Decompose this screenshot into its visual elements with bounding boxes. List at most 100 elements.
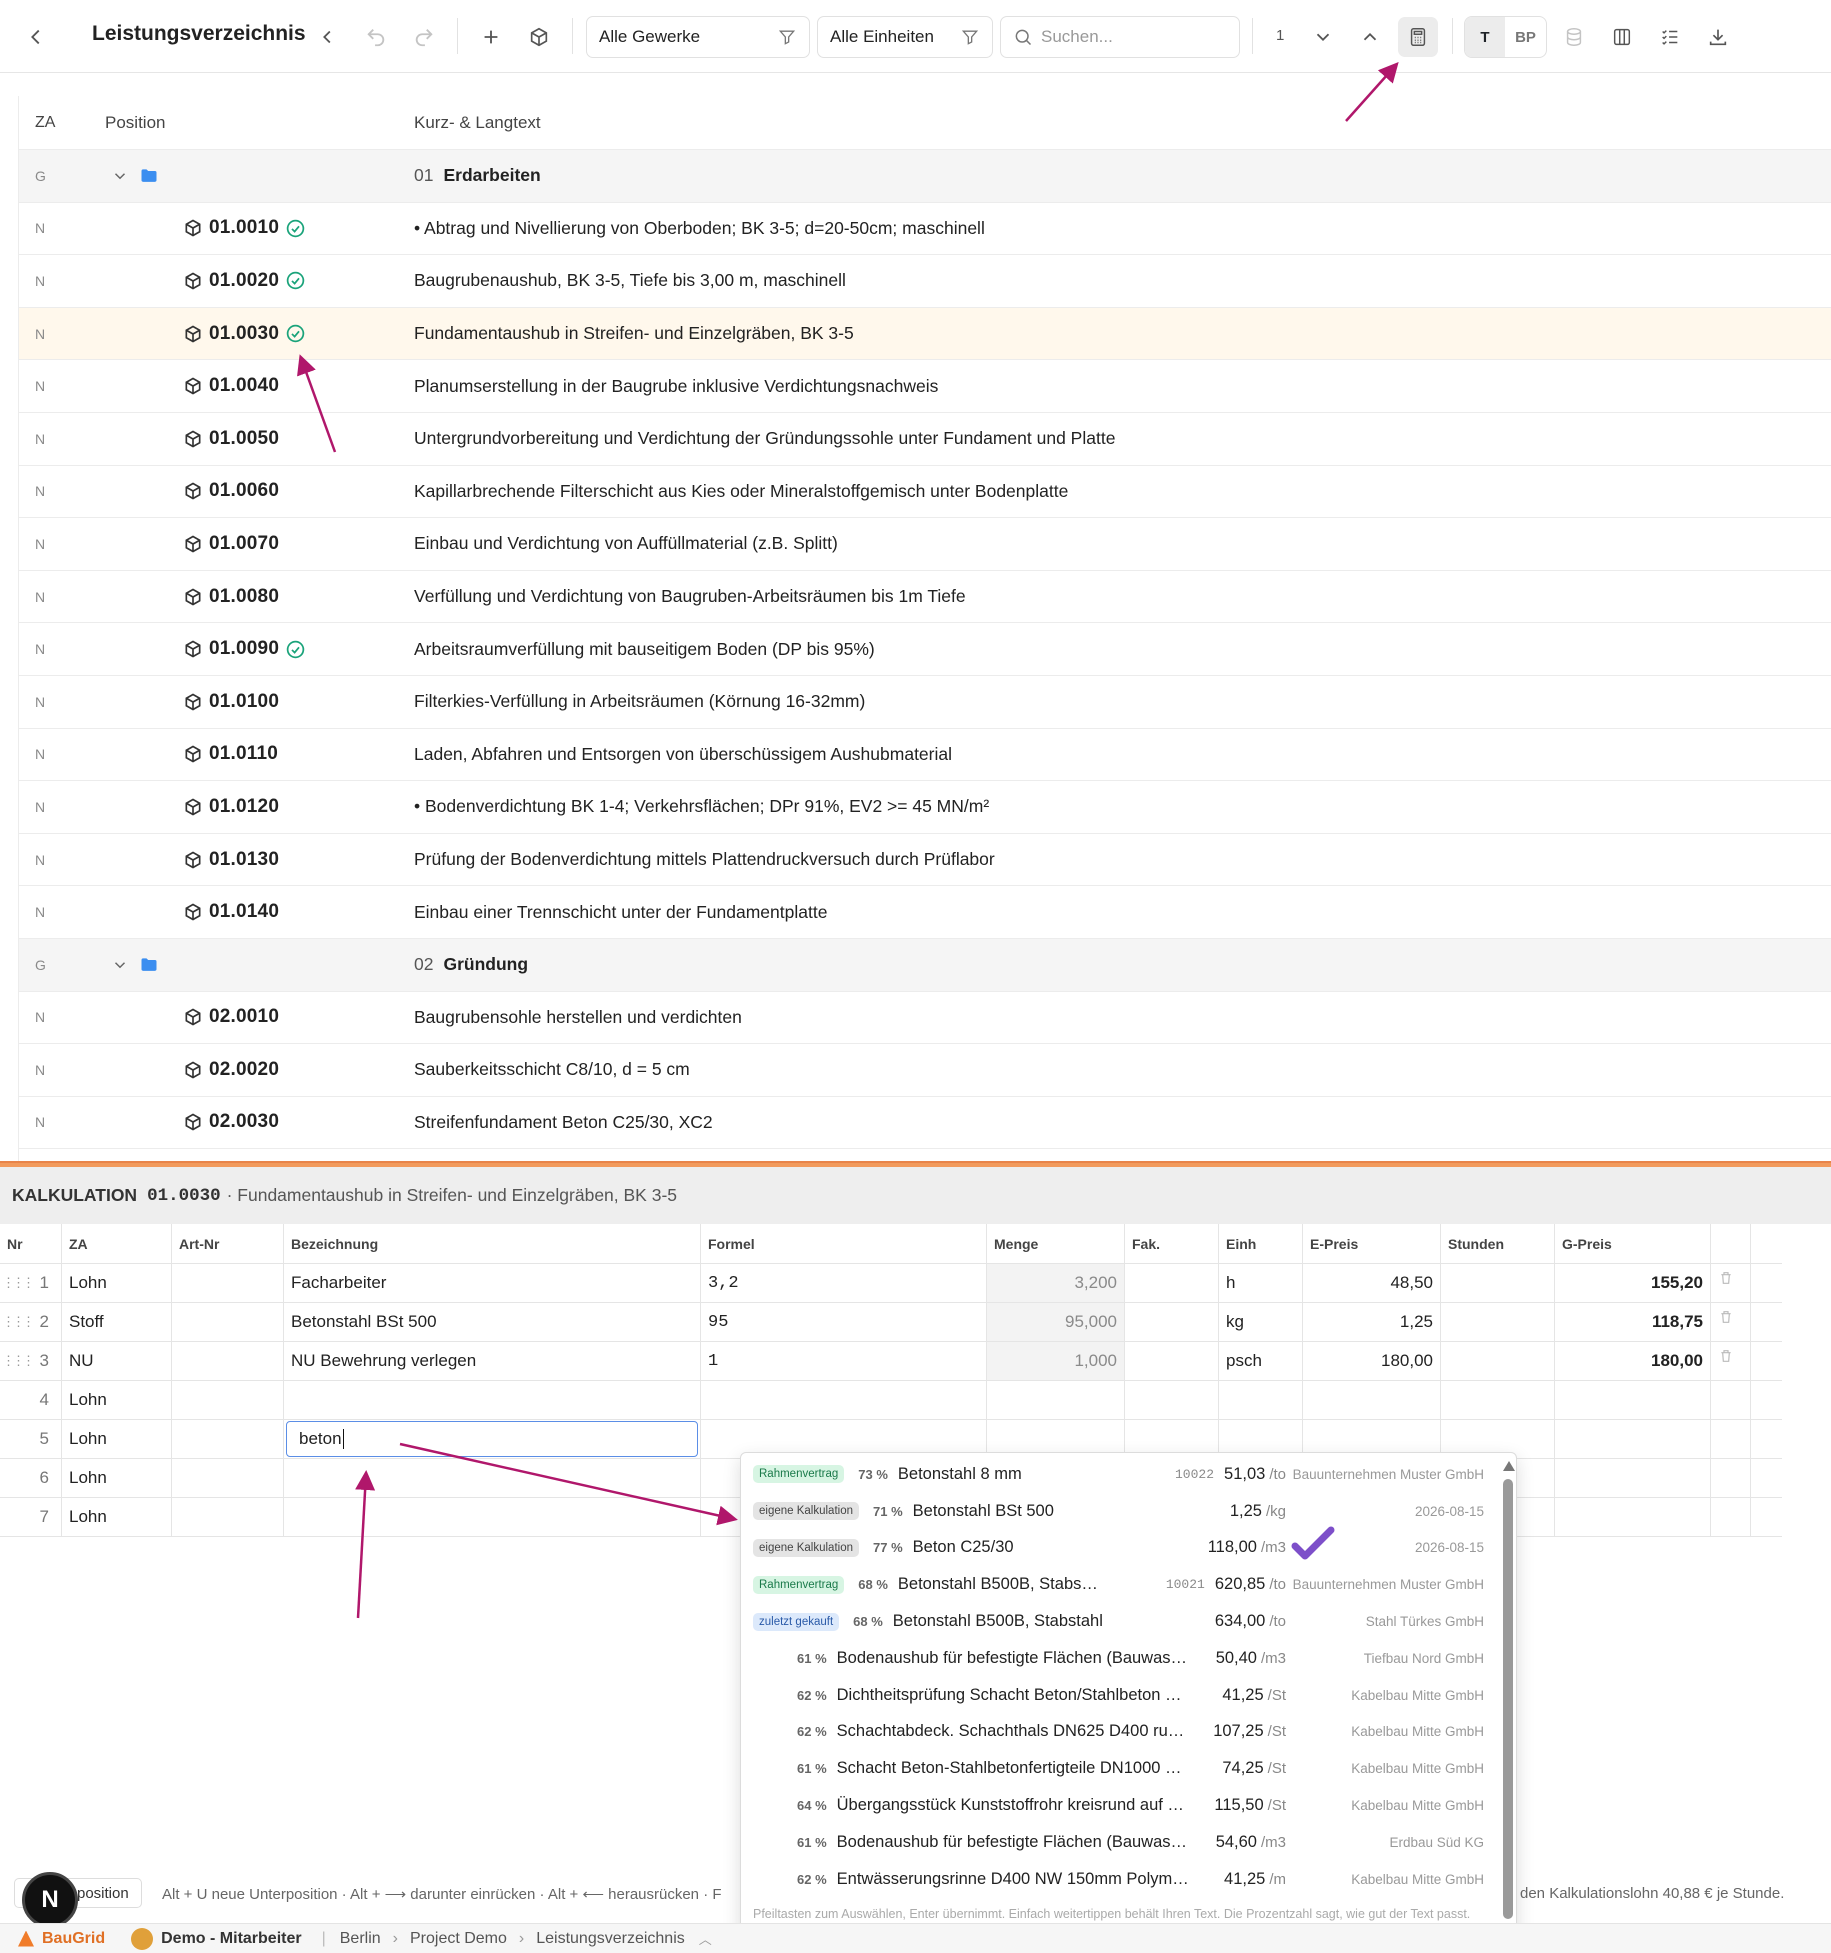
chevron-down-icon[interactable] <box>111 956 129 974</box>
position-row[interactable]: N 01.0050 Untergrundvorbereitung und Ver… <box>19 413 1831 466</box>
cell-art[interactable] <box>172 1303 284 1341</box>
cell-einh[interactable]: kg <box>1219 1303 1303 1341</box>
redo-icon[interactable] <box>404 17 444 57</box>
cell-formel[interactable]: 3,2 <box>701 1264 987 1302</box>
suggestion-item[interactable]: 62 % Schachtabdeck. Schachthals DN625 D40… <box>741 1714 1516 1751</box>
cell-za[interactable]: NU <box>62 1342 172 1380</box>
suggestion-item[interactable]: eigene Kalkulation 71 % Betonstahl BSt 500… <box>741 1493 1516 1530</box>
plus-icon[interactable] <box>471 17 511 57</box>
trash-icon[interactable] <box>1718 1270 1734 1286</box>
cell-bez[interactable]: Betonstahl BSt 500 <box>284 1303 701 1341</box>
cell-art[interactable] <box>172 1342 284 1380</box>
suggestion-item[interactable]: 62 % Dichtheitsprüfung Schacht Beton/Stah… <box>741 1677 1516 1714</box>
column-header[interactable]: Formel <box>701 1224 987 1263</box>
position-row[interactable]: N 01.0130 Prüfung der Bodenverdichtung m… <box>19 834 1831 887</box>
cell-einh[interactable]: psch <box>1219 1342 1303 1380</box>
cell-einh[interactable]: h <box>1219 1264 1303 1302</box>
column-header[interactable]: Fak. <box>1125 1224 1219 1263</box>
position-row[interactable]: N 01.0080 Verfüllung und Verdichtung von… <box>19 571 1831 624</box>
chevron-up-icon[interactable] <box>1350 17 1390 57</box>
cell-std[interactable] <box>1441 1264 1555 1302</box>
scroll-up-icon[interactable] <box>1503 1461 1515 1471</box>
cell-za[interactable]: Lohn <box>62 1420 172 1458</box>
brand-name[interactable]: BauGrid <box>42 1930 105 1948</box>
position-row[interactable]: N 02.0020 Sauberkeitsschicht C8/10, d = … <box>19 1044 1831 1097</box>
cell-art[interactable] <box>172 1459 284 1497</box>
drag-handle-icon[interactable]: ⋮⋮⋮ <box>2 1314 35 1330</box>
filter-gewerke-select[interactable]: Alle Gewerke <box>586 16 810 58</box>
position-row[interactable]: N 01.0140 Einbau einer Trennschicht unte… <box>19 886 1831 939</box>
filter-einheiten-select[interactable]: Alle Einheiten <box>817 16 993 58</box>
cell-gpreis[interactable] <box>1555 1420 1711 1458</box>
cell-art[interactable] <box>172 1264 284 1302</box>
position-row[interactable]: N 01.0010 • Abtrag und Nivellierung von … <box>19 203 1831 256</box>
breadcrumb-item[interactable]: Leistungsverzeichnis <box>536 1930 685 1948</box>
cell-formel[interactable] <box>701 1381 987 1419</box>
cell-gpreis[interactable] <box>1555 1381 1711 1419</box>
cell-menge[interactable]: 1,000 <box>987 1342 1125 1380</box>
drag-handle-icon[interactable]: ⋮⋮⋮ <box>2 1275 35 1291</box>
cell-einh[interactable] <box>1219 1381 1303 1419</box>
checklist-icon[interactable] <box>1650 17 1690 57</box>
suggestion-item[interactable]: 61 % Schacht Beton-Stahlbetonfertigteile … <box>741 1750 1516 1787</box>
cell-epreis[interactable] <box>1303 1381 1441 1419</box>
breadcrumb-item[interactable]: Project Demo <box>410 1930 507 1948</box>
position-row[interactable]: N 01.0070 Einbau und Verdichtung von Auf… <box>19 518 1831 571</box>
position-row[interactable]: N 02.0010 Baugrubensohle herstellen und … <box>19 992 1831 1045</box>
cell-za[interactable]: Lohn <box>62 1381 172 1419</box>
bezeichnung-input[interactable]: beton <box>286 1421 698 1457</box>
cell-fak[interactable] <box>1125 1264 1219 1302</box>
view-t-button[interactable]: T <box>1465 17 1505 57</box>
group-row[interactable]: G 01 Erdarbeiten <box>19 150 1831 203</box>
column-header[interactable]: ZA <box>62 1224 172 1263</box>
column-header[interactable]: G-Preis <box>1555 1224 1711 1263</box>
column-header[interactable]: E-Preis <box>1303 1224 1441 1263</box>
kalkulation-row[interactable]: ⋮⋮⋮ 2 Stoff Betonstahl BSt 500 95 95,000 kg 1,2… <box>0 1303 1782 1342</box>
cell-fak[interactable] <box>1125 1381 1219 1419</box>
cell-std[interactable] <box>1441 1342 1555 1380</box>
calculator-icon[interactable] <box>1398 17 1438 57</box>
cell-epreis[interactable]: 48,50 <box>1303 1264 1441 1302</box>
cell-bez[interactable] <box>284 1498 701 1536</box>
drag-handle-icon[interactable]: ⋮⋮⋮ <box>2 1353 35 1369</box>
position-row[interactable]: N 01.0020 Baugrubenaushub, BK 3-5, Tiefe… <box>19 255 1831 308</box>
avatar[interactable]: N <box>22 1872 78 1928</box>
cell-bez[interactable] <box>284 1381 701 1419</box>
cell-za[interactable]: Stoff <box>62 1303 172 1341</box>
cube-icon[interactable] <box>519 17 559 57</box>
cell-fak[interactable] <box>1125 1303 1219 1341</box>
suggestion-item[interactable]: zuletzt gekauft 68 % Betonstahl B500B, Sta… <box>741 1603 1516 1640</box>
column-header[interactable]: Bezeichnung <box>284 1224 701 1263</box>
kalkulation-row[interactable]: ⋮⋮⋮ 3 NU NU Bewehrung verlegen 1 1,000 psch 180… <box>0 1342 1782 1381</box>
cell-std[interactable] <box>1441 1303 1555 1341</box>
cell-epreis[interactable]: 180,00 <box>1303 1342 1441 1380</box>
chevron-down-icon[interactable] <box>111 167 129 185</box>
cell-epreis[interactable]: 1,25 <box>1303 1303 1441 1341</box>
cell-menge[interactable] <box>987 1381 1125 1419</box>
cell-za[interactable]: Lohn <box>62 1459 172 1497</box>
position-row[interactable]: N 01.0060 Kapillarbrechende Filterschich… <box>19 466 1831 519</box>
position-row[interactable]: N 01.0030 Fundamentaushub in Streifen- u… <box>19 307 1831 361</box>
cell-gpreis[interactable]: 155,20 <box>1555 1264 1711 1302</box>
cell-formel[interactable]: 95 <box>701 1303 987 1341</box>
column-header[interactable]: Nr <box>0 1224 62 1263</box>
cell-gpreis[interactable] <box>1555 1498 1711 1536</box>
cell-art[interactable] <box>172 1420 284 1458</box>
position-row[interactable]: N 01.0110 Laden, Abfahren und Entsorgen … <box>19 729 1831 782</box>
suggestion-item[interactable]: eigene Kalkulation 77 % Beton C25/30 118,00… <box>741 1526 1516 1567</box>
suggestion-item[interactable]: Rahmenvertrag 73 % Betonstahl 8 mm 10022 51,… <box>741 1456 1516 1493</box>
position-row[interactable]: N 01.0040 Planumserstellung in der Baugr… <box>19 360 1831 413</box>
scroll-thumb[interactable] <box>1503 1479 1513 1919</box>
cell-bez[interactable]: beton <box>284 1420 701 1458</box>
suggestion-item[interactable]: 64 % Übergangsstück Kunststoffrohr kreisr… <box>741 1787 1516 1824</box>
back-icon[interactable] <box>16 17 56 57</box>
chevron-down-icon[interactable] <box>1303 17 1343 57</box>
position-row[interactable]: N 01.0120 • Bodenverdichtung BK 1-4; Ver… <box>19 781 1831 834</box>
cell-formel[interactable]: 1 <box>701 1342 987 1380</box>
cell-bez[interactable]: Facharbeiter <box>284 1264 701 1302</box>
kalkulation-row[interactable]: 4 Lohn <box>0 1381 1782 1420</box>
cell-menge[interactable]: 95,000 <box>987 1303 1125 1341</box>
cell-gpreis[interactable] <box>1555 1459 1711 1497</box>
view-bp-button[interactable]: BP <box>1505 17 1546 57</box>
column-header[interactable]: Einh <box>1219 1224 1303 1263</box>
